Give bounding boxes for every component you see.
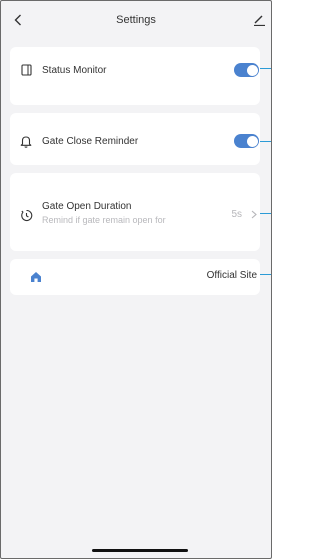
connector-line [260, 274, 271, 275]
official-site-label: Official Site [206, 270, 257, 281]
edit-button[interactable] [251, 11, 267, 29]
connector-line [260, 141, 271, 142]
gate-close-reminder-row: Gate Close Reminder [10, 134, 260, 148]
phone-screen: Settings Status Monitor Gate Close Remin… [0, 0, 272, 559]
back-button[interactable] [10, 11, 26, 29]
toggle-knob [246, 64, 258, 76]
home-icon [29, 270, 43, 284]
gate-open-duration-value: 5s [231, 209, 242, 220]
status-monitor-card: Status Monitor [10, 47, 260, 105]
gate-open-duration-card[interactable]: Gate Open Duration Remind if gate remain… [10, 173, 260, 251]
official-site-card[interactable]: Official Site [10, 259, 260, 295]
gate-open-duration-sublabel: Remind if gate remain open for [42, 215, 166, 225]
gate-open-duration-label: Gate Open Duration [42, 201, 132, 212]
status-monitor-toggle[interactable] [234, 63, 259, 77]
gate-close-reminder-label: Gate Close Reminder [42, 135, 139, 147]
chevron-right-icon [251, 210, 257, 219]
bell-icon [19, 134, 33, 148]
connector-line [260, 213, 271, 214]
page-title: Settings [116, 14, 156, 26]
toggle-knob [246, 135, 258, 147]
header: Settings [1, 1, 271, 39]
status-monitor-row: Status Monitor [10, 63, 260, 77]
pencil-icon [253, 15, 265, 26]
device-icon [19, 63, 33, 77]
status-monitor-label: Status Monitor [42, 64, 107, 76]
gate-close-reminder-card: Gate Close Reminder [10, 113, 260, 165]
connector-line [260, 68, 271, 69]
home-indicator[interactable] [92, 549, 188, 552]
gate-close-reminder-toggle[interactable] [234, 134, 259, 148]
timer-icon [19, 208, 33, 222]
chevron-left-icon [14, 14, 21, 26]
